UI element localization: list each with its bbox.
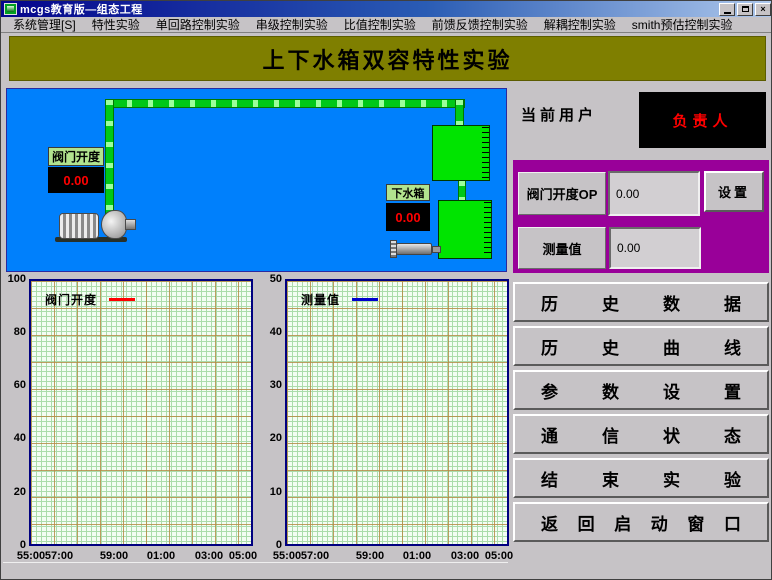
x-tick: 57:00 — [44, 550, 74, 562]
window-title: mcgs教育版—组态工程 — [20, 4, 143, 16]
measure-trend-chart: 50 40 30 20 10 0 测量值 55:00 57:00 59:00 0… — [257, 273, 513, 567]
set-button[interactable]: 设置 — [704, 171, 764, 212]
y-tick: 40 — [269, 326, 282, 338]
measure-value-field: 0.00 — [609, 227, 701, 269]
pump-outlet — [125, 219, 136, 230]
minimize-icon — [723, 11, 731, 14]
return-start-window-button[interactable]: 返回启动窗口 — [513, 502, 769, 542]
valve-trend-plot: 阀门开度 — [29, 279, 253, 546]
valve-trend-legend: 阀门开度 — [45, 291, 136, 308]
y-tick: 20 — [13, 486, 26, 498]
menu-bar: 系统管理[S] 特性实验 单回路控制实验 串级控制实验 比值控制实验 前馈反馈控… — [1, 16, 771, 33]
menu-system-manage[interactable]: 系统管理[S] — [5, 16, 84, 33]
measure-trend-legend: 测量值 — [301, 291, 379, 308]
menu-decouple-exp[interactable]: 解耦控制实验 — [536, 16, 624, 33]
parameter-settings-button[interactable]: 参数设置 — [513, 370, 769, 410]
x-tick: 57:00 — [300, 550, 330, 562]
current-user-box: 负责人 — [639, 92, 766, 148]
page-title: 上下水箱双容特性实验 — [262, 47, 513, 73]
title-bar: mcgs教育版—组态工程 × — [1, 1, 771, 17]
lower-tank-display: 0.00 — [386, 203, 430, 231]
pipe-vertical-right — [455, 99, 464, 127]
pump-head-icon — [101, 210, 127, 239]
app-icon — [4, 3, 17, 15]
experiment-button-column: 历史数据 历史曲线 参数设置 通信状态 结束实验 返回启动窗口 — [513, 282, 769, 542]
minimize-button[interactable] — [719, 2, 735, 16]
history-data-button[interactable]: 历史数据 — [513, 282, 769, 322]
menu-characteristic-exp[interactable]: 特性实验 — [84, 16, 148, 33]
drain-pump-icon — [396, 243, 432, 255]
upper-tank — [432, 125, 490, 181]
lower-tank-ruler — [484, 202, 491, 257]
history-curve-button[interactable]: 历史曲线 — [513, 326, 769, 366]
y-tick: 40 — [13, 432, 26, 444]
x-tick: 59:00 — [355, 550, 385, 562]
comm-status-button[interactable]: 通信状态 — [513, 414, 769, 454]
y-tick: 60 — [13, 379, 26, 391]
y-tick: 30 — [269, 379, 282, 391]
restore-icon — [741, 6, 749, 12]
measure-trend-plot: 测量值 — [285, 279, 509, 546]
current-user-name: 负责人 — [672, 112, 733, 130]
pump-motor-icon — [59, 213, 99, 239]
x-tick: 01:00 — [146, 550, 176, 562]
x-tick: 59:00 — [99, 550, 129, 562]
menu-ratio-exp[interactable]: 比值控制实验 — [336, 16, 424, 33]
close-button[interactable]: × — [755, 2, 771, 16]
lower-tank-tag: 下水箱 — [386, 184, 430, 201]
measure-label: 测量值 — [518, 227, 606, 269]
y-tick: 10 — [269, 486, 282, 498]
banner: 上下水箱双容特性实验 — [9, 36, 766, 81]
current-user-label: 当前用户 — [521, 107, 598, 124]
pipe-horizontal — [105, 99, 465, 108]
mcgs-window: mcgs教育版—组态工程 × 系统管理[S] 特性实验 单回路控制实验 串级控制… — [0, 0, 772, 580]
upper-tank-ruler — [482, 127, 489, 179]
legend-line-blue — [352, 298, 379, 301]
menu-feedforward-exp[interactable]: 前馈反馈控制实验 — [424, 16, 536, 33]
valve-opening-display: 0.00 — [48, 167, 104, 193]
x-tick: 01:00 — [402, 550, 432, 562]
valve-op-label: 阀门开度OP — [518, 172, 606, 215]
y-tick: 80 — [13, 326, 26, 338]
x-tick: 05:00 — [484, 550, 514, 562]
menu-smith-exp[interactable]: smith预估控制实验 — [624, 16, 741, 33]
drain-pump-fitting — [432, 246, 441, 253]
end-experiment-button[interactable]: 结束实验 — [513, 458, 769, 498]
restore-button[interactable] — [737, 2, 753, 16]
y-tick: 20 — [269, 432, 282, 444]
y-tick: 100 — [7, 273, 26, 285]
legend-line-red — [109, 298, 136, 301]
y-tick: 50 — [269, 273, 282, 285]
control-panel: 阀门开度OP 0.00 设置 测量值 0.00 — [513, 160, 769, 273]
lower-tank — [438, 200, 492, 259]
legend-label: 测量值 — [301, 293, 341, 307]
close-icon: × — [760, 3, 766, 14]
valve-op-input[interactable]: 0.00 — [608, 171, 700, 216]
valve-trend-chart: 100 80 60 40 20 0 阀门开度 55:00 57:00 59:00… — [1, 273, 257, 567]
footer-divider — [3, 562, 508, 563]
pipe-tank-link — [458, 180, 466, 202]
process-diagram: 阀门开度 0.00 下水箱 0.00 — [6, 88, 507, 272]
pipe-vertical-left — [105, 99, 114, 216]
valve-opening-tag: 阀门开度 — [48, 147, 104, 166]
menu-single-loop-exp[interactable]: 单回路控制实验 — [148, 16, 248, 33]
menu-cascade-exp[interactable]: 串级控制实验 — [248, 16, 336, 33]
legend-label: 阀门开度 — [45, 293, 98, 307]
